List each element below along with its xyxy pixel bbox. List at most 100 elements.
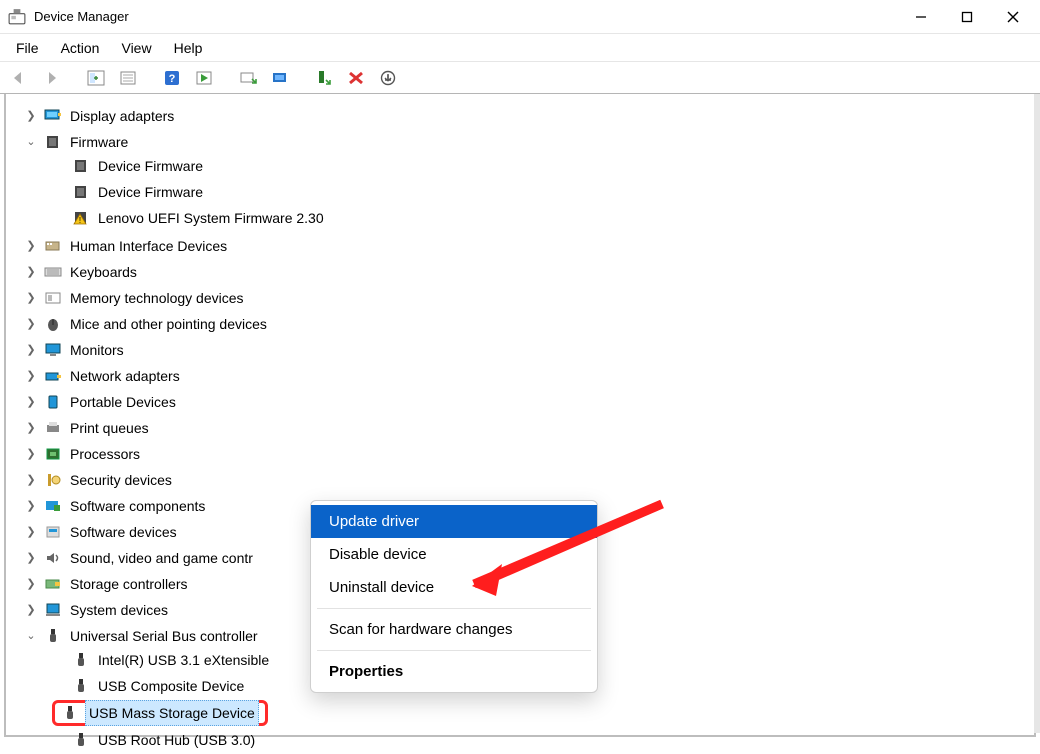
tree-label: Storage controllers (68, 572, 190, 596)
back-button[interactable] (6, 65, 34, 91)
tree-label: Software devices (68, 520, 179, 544)
tree-item-storage-controllers[interactable]: ❯ Storage controllers (24, 572, 190, 596)
toolbar-separator (298, 66, 306, 90)
usb-icon (72, 678, 90, 694)
tree-label: Memory technology devices (68, 286, 246, 310)
chevron-right-icon[interactable]: ❯ (24, 421, 38, 435)
show-hide-tree-button[interactable] (82, 65, 110, 91)
highlighted-tree-item: USB Mass Storage Device (52, 700, 268, 726)
menu-file[interactable]: File (6, 36, 49, 60)
tree-item-device-firmware-1[interactable]: Device Firmware (52, 154, 205, 178)
tree-label: Keyboards (68, 260, 139, 284)
ctx-disable-device[interactable]: Disable device (311, 538, 597, 571)
memory-icon (44, 290, 62, 306)
firmware-icon (72, 158, 90, 174)
tree-item-print-queues[interactable]: ❯ Print queues (24, 416, 151, 440)
chevron-down-icon[interactable]: ⌄ (24, 135, 38, 149)
tree-item-processors[interactable]: ❯ Processors (24, 442, 142, 466)
window-title: Device Manager (34, 9, 129, 24)
menu-help[interactable]: Help (164, 36, 213, 60)
close-button[interactable] (990, 2, 1036, 32)
help-button[interactable]: ? (158, 65, 186, 91)
toolbar: ? (0, 62, 1040, 94)
scan-hardware-button[interactable] (234, 65, 262, 91)
titlebar: Device Manager (0, 0, 1040, 34)
tree-item-network-adapters[interactable]: ❯ Network adapters (24, 364, 182, 388)
chevron-right-icon[interactable]: ❯ (24, 369, 38, 383)
forward-button[interactable] (38, 65, 66, 91)
app-icon (8, 8, 26, 26)
chevron-right-icon[interactable]: ❯ (24, 239, 38, 253)
tree-item-monitors[interactable]: ❯ Monitors (24, 338, 126, 362)
ctx-properties[interactable]: Properties (311, 655, 597, 688)
chevron-right-icon[interactable]: ❯ (24, 395, 38, 409)
tree-item-memory-tech[interactable]: ❯ Memory technology devices (24, 286, 246, 310)
tree-label: USB Mass Storage Device (85, 700, 259, 726)
tree-label: Sound, video and game contr (68, 546, 255, 570)
tree-item-portable-devices[interactable]: ❯ Portable Devices (24, 390, 178, 414)
sw-component-icon (44, 498, 62, 514)
menu-view[interactable]: View (111, 36, 161, 60)
chevron-right-icon[interactable]: ❯ (24, 603, 38, 617)
ctx-scan-hardware[interactable]: Scan for hardware changes (311, 613, 597, 646)
tree-label: Security devices (68, 468, 174, 492)
tree-item-mice[interactable]: ❯ Mice and other pointing devices (24, 312, 269, 336)
tree-item-lenovo-uefi[interactable]: ! Lenovo UEFI System Firmware 2.30 (52, 206, 326, 230)
tree-label: Software components (68, 494, 207, 518)
uninstall-button[interactable] (342, 65, 370, 91)
usb-icon (72, 652, 90, 668)
tree-item-system-devices[interactable]: ❯ System devices (24, 598, 170, 622)
chevron-right-icon[interactable]: ❯ (24, 317, 38, 331)
chevron-right-icon[interactable]: ❯ (24, 577, 38, 591)
system-icon (44, 602, 62, 618)
keyboard-icon (44, 264, 62, 280)
ctx-uninstall-device[interactable]: Uninstall device (311, 571, 597, 604)
chevron-right-icon[interactable]: ❯ (24, 551, 38, 565)
sound-icon (44, 550, 62, 566)
tree-item-software-components[interactable]: ❯ Software components (24, 494, 207, 518)
disable-button[interactable] (374, 65, 402, 91)
chevron-right-icon[interactable]: ❯ (24, 109, 38, 123)
tree-item-usb-composite[interactable]: USB Composite Device (52, 674, 246, 698)
tree-label: USB Root Hub (USB 3.0) (96, 728, 257, 752)
tree-item-display-adapters[interactable]: ❯ Display adapters (24, 104, 176, 128)
vertical-scrollbar[interactable] (1034, 94, 1040, 733)
chevron-right-icon[interactable]: ❯ (24, 447, 38, 461)
tree-label: USB Composite Device (96, 674, 246, 698)
chevron-right-icon[interactable]: ❯ (24, 291, 38, 305)
menu-action[interactable]: Action (51, 36, 110, 60)
tree-label: Mice and other pointing devices (68, 312, 269, 336)
tree-label: Device Firmware (96, 180, 205, 204)
tree-item-device-firmware-2[interactable]: Device Firmware (52, 180, 205, 204)
tree-item-software-devices[interactable]: ❯ Software devices (24, 520, 179, 544)
tree-item-hid[interactable]: ❯ Human Interface Devices (24, 234, 229, 258)
tree-item-usb-controllers[interactable]: ⌄ Universal Serial Bus controller (24, 624, 260, 648)
firmware-icon (72, 184, 90, 200)
tree-item-keyboards[interactable]: ❯ Keyboards (24, 260, 139, 284)
properties-button[interactable] (114, 65, 142, 91)
tree-item-intel-usb[interactable]: Intel(R) USB 3.1 eXtensible (52, 648, 271, 672)
chevron-down-icon[interactable]: ⌄ (24, 629, 38, 643)
tree-item-firmware[interactable]: ⌄ Firmware (24, 130, 130, 154)
tree-item-usb-root-hub[interactable]: USB Root Hub (USB 3.0) (52, 728, 257, 752)
chevron-right-icon[interactable]: ❯ (24, 265, 38, 279)
chevron-right-icon[interactable]: ❯ (24, 473, 38, 487)
maximize-button[interactable] (944, 2, 990, 32)
toolbar-separator (70, 66, 78, 90)
tree-item-security-devices[interactable]: ❯ Security devices (24, 468, 174, 492)
ctx-update-driver[interactable]: Update driver (311, 505, 597, 538)
chevron-right-icon[interactable]: ❯ (24, 343, 38, 357)
toolbar-separator (222, 66, 230, 90)
action-button[interactable] (190, 65, 218, 91)
ctx-separator (317, 650, 591, 651)
context-menu: Update driver Disable device Uninstall d… (310, 500, 598, 693)
update-driver-button[interactable] (310, 65, 338, 91)
chevron-right-icon[interactable]: ❯ (24, 525, 38, 539)
security-icon (44, 472, 62, 488)
add-legacy-button[interactable] (266, 65, 294, 91)
chevron-right-icon[interactable]: ❯ (24, 499, 38, 513)
tree-item-usb-mass-storage[interactable]: USB Mass Storage Device (61, 701, 259, 725)
minimize-button[interactable] (898, 2, 944, 32)
tree-label: System devices (68, 598, 170, 622)
tree-item-sound[interactable]: ❯ Sound, video and game contr (24, 546, 255, 570)
